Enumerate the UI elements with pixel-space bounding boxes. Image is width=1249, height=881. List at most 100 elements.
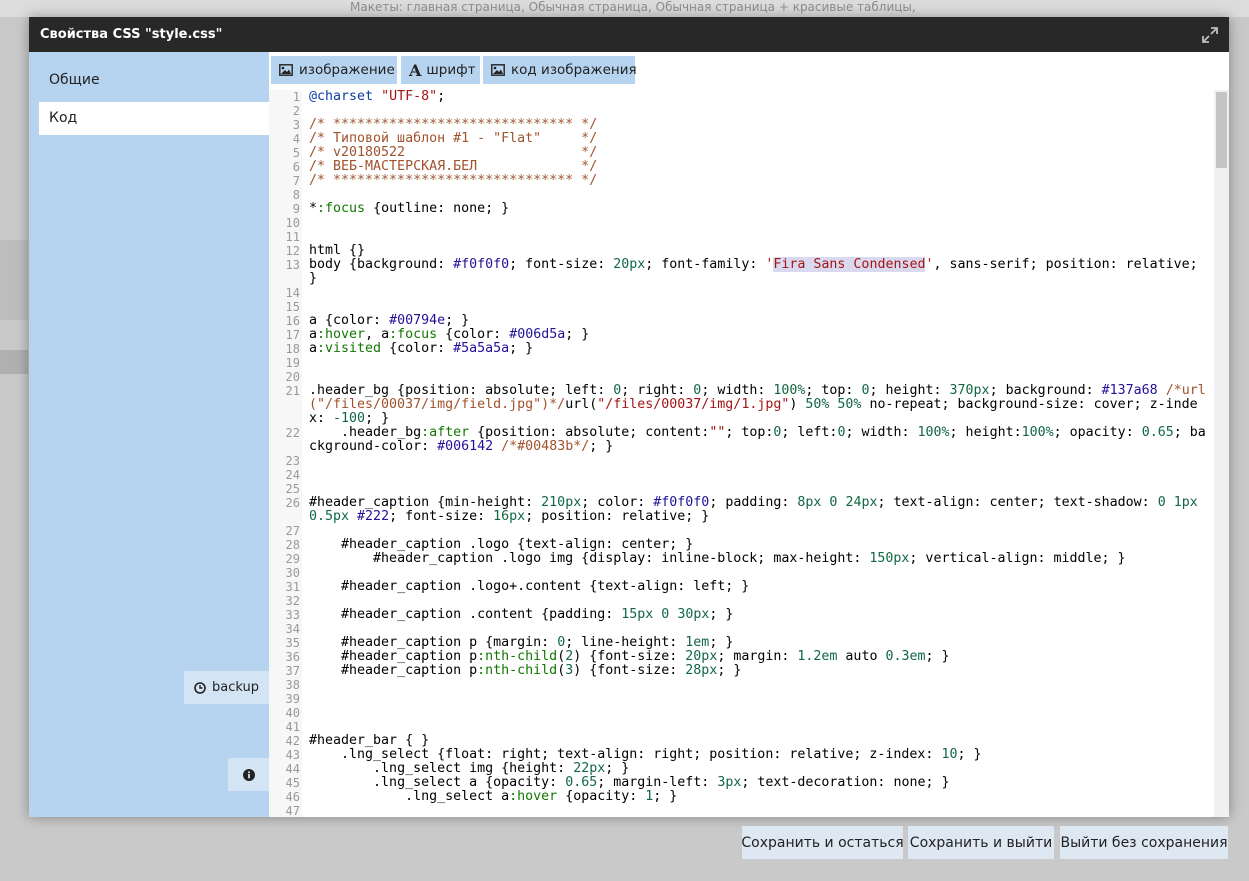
scrollbar-thumb[interactable] (1216, 92, 1227, 168)
code-text[interactable]: #header_caption {min-height: 210px; colo… (309, 496, 1209, 524)
code-line[interactable]: 37 #header_caption p:nth-child(3) {font-… (269, 664, 1214, 679)
code-text[interactable] (309, 482, 1209, 496)
code-line[interactable]: 47 (269, 804, 1214, 817)
code-line[interactable]: 5 /* v20180522 */ (269, 146, 1214, 161)
code-text[interactable] (309, 720, 1209, 734)
code-text[interactable] (309, 678, 1209, 692)
code-line[interactable]: 27 (269, 524, 1214, 538)
code-line[interactable]: 42 #header_bar { } (269, 734, 1214, 749)
sidebar-item-general[interactable]: Общие (39, 64, 269, 97)
code-line[interactable]: 25 (269, 482, 1214, 496)
code-text[interactable] (309, 804, 1209, 817)
code-line[interactable]: 1 @charset "UTF-8"; (269, 90, 1214, 104)
code-line[interactable]: 18 a:visited {color: #5a5a5a; } (269, 342, 1214, 357)
code-line[interactable]: 6 /* ВЕБ-МАСТЕРСКАЯ.БЕЛ */ (269, 160, 1214, 175)
code-line[interactable]: 22 .header_bg:after {position: absolute;… (269, 426, 1214, 454)
code-text[interactable]: .lng_select a:hover {opacity: 1; } (309, 790, 1209, 804)
code-text[interactable] (309, 706, 1209, 720)
code-line[interactable]: 32 (269, 594, 1214, 608)
code-lines[interactable]: 1 @charset "UTF-8"; 2 3 /* ****************… (269, 90, 1214, 817)
code-text[interactable] (309, 188, 1209, 202)
backup-button[interactable]: backup (184, 671, 269, 704)
code-line[interactable]: 40 (269, 706, 1214, 720)
code-text[interactable]: body {background: #f0f0f0; font-size: 20… (309, 257, 1209, 286)
code-text[interactable]: #header_caption .logo img {display: inli… (309, 552, 1209, 566)
code-text[interactable] (309, 216, 1209, 230)
code-text[interactable]: /* v20180522 */ (309, 146, 1209, 160)
code-text[interactable] (309, 594, 1209, 608)
code-line[interactable]: 21 .header_bg {position: absolute; left: … (269, 384, 1214, 426)
code-line[interactable]: 33 #header_caption .content {padding: 15… (269, 608, 1214, 623)
code-line[interactable]: 29 #header_caption .logo img {display: i… (269, 552, 1214, 567)
code-line[interactable]: 19 (269, 356, 1214, 370)
code-text[interactable]: .lng_select img {height: 22px; } (309, 762, 1209, 776)
code-text[interactable]: a:visited {color: #5a5a5a; } (309, 342, 1209, 356)
code-text[interactable] (309, 300, 1209, 314)
code-line[interactable]: 41 (269, 720, 1214, 734)
code-line[interactable]: 31 #header_caption .logo+.content {text-… (269, 580, 1214, 595)
code-text[interactable]: #header_bar { } (309, 734, 1209, 748)
code-line[interactable]: 39 (269, 692, 1214, 706)
code-line[interactable]: 26 #header_caption {min-height: 210px; co… (269, 496, 1214, 524)
code-text[interactable]: /* ****************************** */ (309, 118, 1209, 132)
code-line[interactable]: 28 #header_caption .logo {text-align: ce… (269, 538, 1214, 553)
code-line[interactable]: 43 .lng_select {float: right; text-align… (269, 748, 1214, 763)
code-text[interactable]: #header_caption p {margin: 0; line-heigh… (309, 636, 1209, 650)
sidebar-item-code[interactable]: Код (39, 102, 269, 135)
code-line[interactable]: 38 (269, 678, 1214, 692)
code-line[interactable]: 24 (269, 468, 1214, 482)
insert-image-button[interactable]: изображение (271, 56, 397, 84)
code-text[interactable] (309, 230, 1209, 244)
code-line[interactable]: 12 html {} (269, 244, 1214, 259)
code-text[interactable] (309, 454, 1209, 468)
code-text[interactable]: .header_bg {position: absolute; left: 0;… (309, 384, 1209, 426)
expand-icon[interactable] (1201, 26, 1219, 44)
code-line[interactable]: 46 .lng_select a:hover {opacity: 1; } (269, 790, 1214, 805)
code-line[interactable]: 35 #header_caption p {margin: 0; line-he… (269, 636, 1214, 651)
code-text[interactable]: #header_caption p:nth-child(2) {font-siz… (309, 650, 1209, 664)
code-line[interactable]: 44 .lng_select img {height: 22px; } (269, 762, 1214, 777)
code-line[interactable]: 23 (269, 454, 1214, 468)
code-text[interactable]: html {} (309, 244, 1209, 258)
code-line[interactable]: 13 body {background: #f0f0f0; font-size: … (269, 257, 1214, 286)
code-line[interactable]: 20 (269, 370, 1214, 384)
code-text[interactable] (309, 566, 1209, 580)
save-and-exit-button[interactable]: Сохранить и выйти (908, 826, 1054, 859)
code-text[interactable] (309, 468, 1209, 482)
code-text[interactable]: a {color: #00794e; } (309, 314, 1209, 328)
code-line[interactable]: 15 (269, 300, 1214, 314)
insert-image-code-button[interactable]: код изображения (483, 56, 637, 84)
code-line[interactable]: 2 (269, 104, 1214, 118)
code-line[interactable]: 14 (269, 286, 1214, 300)
code-text[interactable]: #header_caption .logo {text-align: cente… (309, 538, 1209, 552)
code-line[interactable]: 17 a:hover, a:focus {color: #006d5a; } (269, 328, 1214, 343)
code-text[interactable] (309, 104, 1209, 118)
code-text[interactable] (309, 524, 1209, 538)
code-line[interactable]: 45 .lng_select a {opacity: 0.65; margin-… (269, 776, 1214, 791)
code-text[interactable]: /* ВЕБ-МАСТЕРСКАЯ.БЕЛ */ (309, 160, 1209, 174)
code-line[interactable]: 4 /* Типовой шаблон #1 - "Flat" */ (269, 132, 1214, 147)
code-line[interactable]: 30 (269, 566, 1214, 580)
code-text[interactable] (309, 286, 1209, 300)
code-text[interactable]: #header_caption .logo+.content {text-ali… (309, 580, 1209, 594)
code-line[interactable]: 16 a {color: #00794e; } (269, 314, 1214, 329)
code-text[interactable]: .lng_select {float: right; text-align: r… (309, 748, 1209, 762)
code-text[interactable]: .lng_select a {opacity: 0.65; margin-lef… (309, 776, 1209, 790)
insert-font-button[interactable]: A шрифт (401, 56, 480, 84)
info-button[interactable] (228, 758, 269, 791)
code-line[interactable]: 34 (269, 622, 1214, 636)
code-editor[interactable]: 1 @charset "UTF-8"; 2 3 /* ****************… (269, 90, 1229, 817)
code-text[interactable]: /* Типовой шаблон #1 - "Flat" */ (309, 132, 1209, 146)
code-text[interactable]: .header_bg:after {position: absolute; co… (309, 426, 1209, 454)
code-text[interactable] (309, 370, 1209, 384)
code-line[interactable]: 7 /* ****************************** */ (269, 174, 1214, 189)
code-text[interactable] (309, 356, 1209, 370)
exit-without-saving-button[interactable]: Выйти без сохранения (1060, 826, 1228, 859)
editor-scrollbar[interactable] (1214, 90, 1229, 817)
code-text[interactable]: @charset "UTF-8"; (309, 90, 1209, 104)
code-text[interactable]: #header_caption p:nth-child(3) {font-siz… (309, 664, 1209, 678)
code-text[interactable] (309, 692, 1209, 706)
code-text[interactable]: /* ****************************** */ (309, 174, 1209, 188)
code-line[interactable]: 9 *:focus {outline: none; } (269, 202, 1214, 217)
code-text[interactable]: *:focus {outline: none; } (309, 202, 1209, 216)
